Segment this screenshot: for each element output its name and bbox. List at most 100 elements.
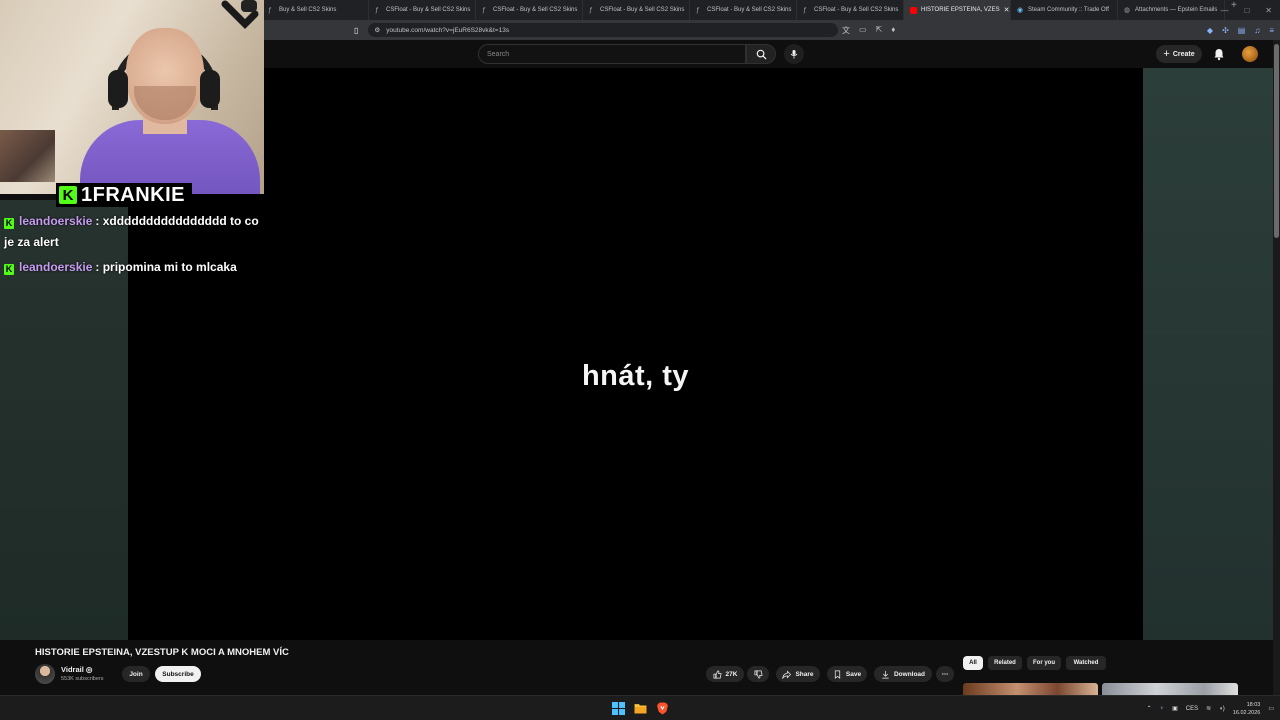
tab-strip: ƒ Buy & Sell CS2 Skins ƒ CSFloat - Buy & S… (262, 0, 1243, 20)
chip-watched[interactable]: Watched (1066, 656, 1106, 670)
screen: ƒ Buy & Sell CS2 Skins ƒ CSFloat - Buy & S… (0, 0, 1280, 720)
more-actions-button[interactable]: ⋯ (936, 666, 954, 682)
video-info-bar: HISTORIE EPSTEINA, VZESTUP K MOCI A MNOH… (0, 640, 1273, 695)
save-button[interactable]: Save (827, 666, 867, 682)
volume-icon[interactable]: ◖) (1219, 706, 1225, 712)
voice-search-button[interactable] (784, 44, 804, 64)
join-button[interactable]: Join (122, 666, 150, 682)
browser-tab-active[interactable]: HISTORIE EPSTEINA, VZES ✕ (904, 0, 1011, 20)
browser-tab[interactable]: ƒ CSFloat - Buy & Sell CS2 Skins (369, 0, 476, 20)
browser-tab[interactable]: ƒ Buy & Sell CS2 Skins (262, 0, 369, 20)
stream-background-right (1143, 68, 1280, 640)
search-button[interactable] (746, 44, 776, 64)
browser-tab[interactable]: ƒ CSFloat - Buy & Sell CS2 Skins (476, 0, 583, 20)
csfloat-icon: ƒ (268, 6, 272, 14)
csfloat-icon: ƒ (482, 6, 486, 14)
browser-tab[interactable]: ◉ Steam Community :: Trade Off (1011, 0, 1118, 20)
microphone-icon (790, 50, 798, 59)
chat-username: leandoerskie (19, 260, 93, 274)
csfloat-icon: ƒ (696, 6, 700, 14)
video-title: HISTORIE EPSTEINA, VZESTUP K MOCI A MNOH… (35, 647, 289, 658)
site-info-icon[interactable]: ⚙ (374, 26, 380, 34)
wall-painting (0, 130, 55, 182)
tray-chevron-icon[interactable]: ⌃ (1147, 705, 1152, 712)
close-window-icon[interactable]: ✕ (1265, 6, 1272, 15)
close-tab-icon[interactable]: ✕ (1004, 6, 1010, 14)
wifi-icon[interactable]: ≋ (1206, 705, 1211, 712)
plus-icon: + (1163, 48, 1170, 60)
microphone-arm (221, 0, 259, 29)
recommended-video-thumbnail[interactable] (963, 683, 1098, 695)
bookmark-icon[interactable]: ▯ (354, 26, 358, 35)
subscribe-button[interactable]: Subscribe (155, 666, 201, 682)
video-player[interactable]: hnát, ty (128, 68, 1143, 640)
globe-icon: ◍ (1124, 6, 1131, 14)
kick-badge-icon: K (4, 264, 14, 275)
kick-badge-icon: K (4, 218, 14, 229)
like-button[interactable]: 27K (706, 666, 744, 682)
puzzle-icon[interactable]: ✣ (1222, 26, 1229, 35)
channel-avatar[interactable] (35, 664, 55, 684)
file-explorer-icon[interactable] (634, 702, 647, 715)
chat-message: Kleandoerskie: pripomina mi to mlcaka (4, 257, 264, 278)
chat-message: Kleandoerskie: xdddddddddddddddd to co j… (4, 211, 264, 253)
shield-icon[interactable]: ♦ (891, 25, 895, 36)
subscriber-count: 553K subscribers (61, 676, 104, 682)
kick-logo-icon: K (59, 186, 77, 204)
account-avatar[interactable] (1242, 46, 1258, 62)
stream-chat-overlay: Kleandoerskie: xdddddddddddddddd to co j… (4, 211, 264, 282)
windows-start-icon[interactable] (612, 702, 625, 715)
channel-name[interactable]: Vidrail ◎ (61, 665, 92, 674)
browser-tab[interactable]: ƒ CSFloat - Buy & Sell CS2 Skins (797, 0, 904, 20)
chip-for-you[interactable]: For you (1027, 656, 1061, 670)
video-subtitle: hnát, ty (581, 360, 690, 392)
minimize-icon[interactable]: — (1220, 6, 1228, 15)
browser-tab[interactable]: ◍ Attachments — Epstein Emails (1118, 0, 1225, 20)
browser-tab[interactable]: ƒ CSFloat - Buy & Sell CS2 Skins (583, 0, 690, 20)
brave-browser-icon[interactable] (656, 702, 669, 715)
chat-username: leandoerskie (19, 214, 93, 228)
system-tray: ⌃ ♆ ▣ CES ≋ ◖) 18:03 16.02.2026 ▭ (1147, 696, 1274, 720)
like-count: 27K (725, 670, 738, 678)
streamer-webcam (0, 0, 264, 194)
share-button[interactable]: Share (776, 666, 820, 682)
download-button[interactable]: Download (874, 666, 932, 682)
headphone-left-cup (108, 70, 128, 108)
dislike-button[interactable] (747, 666, 769, 682)
tray-app-icon[interactable]: ♆ (1160, 706, 1165, 712)
translate-icon[interactable]: 文 (842, 25, 850, 36)
search-icon (756, 49, 767, 60)
browser-tab[interactable]: ƒ CSFloat - Buy & Sell CS2 Skins (690, 0, 797, 20)
csfloat-icon: ƒ (589, 6, 593, 14)
streamer-name: 1FRANKIE (81, 183, 186, 206)
search-input[interactable]: Search (478, 44, 746, 64)
clock-date: 16.02.2026 (1232, 709, 1261, 716)
recommended-video-thumbnail[interactable] (1102, 683, 1238, 695)
extension-icon[interactable]: ◆ (1207, 26, 1213, 35)
scrollbar-thumb[interactable] (1274, 44, 1279, 238)
url-field[interactable]: ⚙ youtube.com/watch?v=jEuR6S28vk&t=13s (368, 23, 839, 37)
csfloat-icon: ƒ (803, 6, 807, 14)
windows-taskbar: ⌃ ♆ ▣ CES ≋ ◖) 18:03 16.02.2026 ▭ (0, 695, 1280, 720)
streamer-name-bar: K 1FRANKIE (56, 183, 192, 207)
language-indicator[interactable]: CES (1186, 706, 1198, 712)
create-button[interactable]: + Create (1156, 45, 1202, 63)
address-bar-actions: 文 ▭ ⇱ ♦ (842, 25, 895, 36)
screenshot-icon[interactable]: ▭ (859, 25, 867, 36)
thumbs-down-icon (754, 670, 763, 678)
tray-app-icon[interactable]: ▣ (1172, 705, 1178, 712)
youtube-icon (910, 6, 917, 14)
chip-all[interactable]: All (963, 656, 983, 670)
sidebar-icon[interactable]: ▤ (1238, 26, 1246, 35)
share-icon (782, 669, 792, 679)
maximize-icon[interactable]: □ (1244, 6, 1249, 15)
menu-icon[interactable]: ≡ (1269, 26, 1274, 35)
share-page-icon[interactable]: ⇱ (876, 25, 883, 36)
media-icon[interactable]: ♫ (1254, 26, 1260, 35)
download-icon (882, 670, 889, 678)
notifications-icon[interactable]: ▭ (1268, 705, 1274, 712)
taskbar-clock[interactable]: 18:03 16.02.2026 (1233, 701, 1261, 717)
notifications-bell-icon[interactable] (1212, 47, 1226, 61)
chip-related[interactable]: Related (988, 656, 1022, 670)
csfloat-icon: ƒ (375, 6, 379, 14)
